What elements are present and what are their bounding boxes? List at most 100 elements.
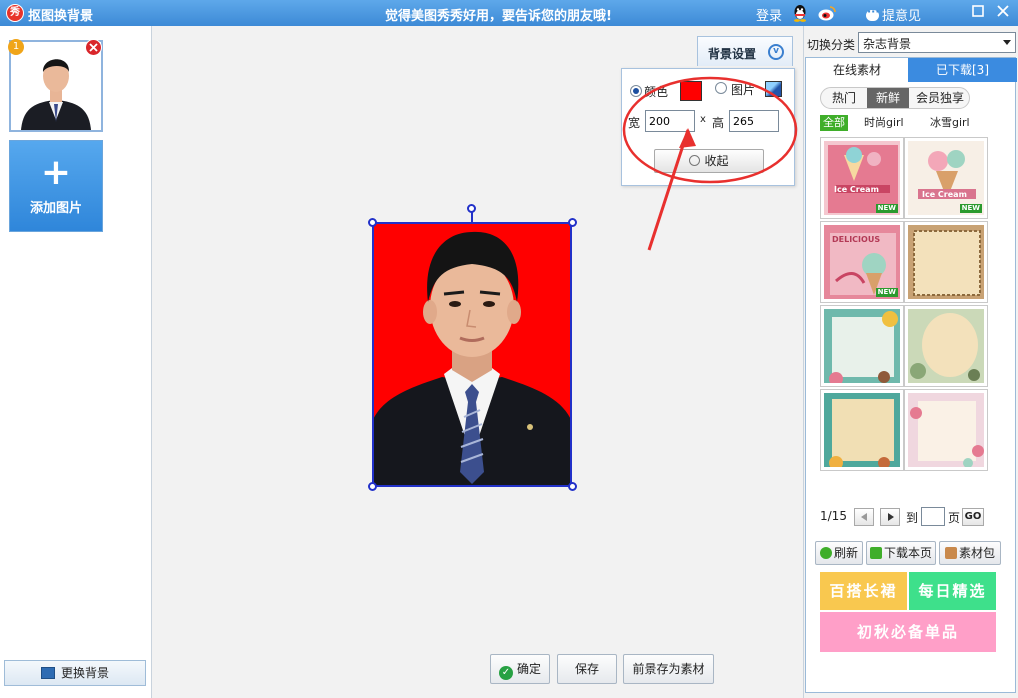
category-value: 杂志背景 [863,37,912,51]
background-icon [40,667,55,679]
promo-maxi-skirt[interactable]: 百搭长裙 [820,572,907,610]
weibo-icon[interactable] [818,5,836,21]
check-icon: ✓ [498,666,513,680]
thumbnail-remove-button[interactable] [85,39,102,56]
height-label: 高 [712,116,725,130]
confirm-label: 确定 [516,662,541,676]
promo-early-autumn[interactable]: 初秋必备单品 [820,612,996,652]
background-settings-label: 背景设置 [708,47,757,61]
template-item[interactable] [904,221,988,303]
title-bar: 秀 抠图换背景 觉得美图秀秀好用，要告诉您的朋友哦! 登录 提意见 [0,0,1018,26]
template-thumbnail [824,393,900,467]
image-radio[interactable] [715,82,727,94]
add-image-label: 添加图片 [29,201,82,216]
rotate-handle[interactable] [467,204,476,213]
qq-icon[interactable] [792,4,808,22]
minimize-icon [972,5,984,17]
resize-handle-bottom-left[interactable] [368,482,377,491]
width-label: 宽 [628,116,641,130]
photo-thumbnail[interactable]: 1 [8,39,103,132]
new-badge: NEW [959,204,982,213]
width-input[interactable] [645,110,695,132]
login-link[interactable]: 登录 [756,5,782,24]
go-button[interactable]: GO [962,508,984,526]
editing-canvas[interactable]: 背景设置 v 颜色 图片 宽 x 高 收起 ✓确定 保存 前景存为素材 [153,26,803,698]
template-item[interactable] [820,389,904,471]
material-panel: 切换分类 杂志背景 在线素材 已下载[3] 热门 新鲜 会员独享 全部 时尚gi… [803,26,1018,698]
sub-tab-hot[interactable]: 热门 [821,88,867,108]
category-select[interactable]: 杂志背景 [858,32,1016,53]
template-thumbnail [908,393,984,467]
selection-box [372,222,572,487]
save-foreground-label: 前景存为素材 [632,662,705,676]
filter-fashion-girl[interactable]: 时尚girl [864,115,904,131]
template-thumbnail [908,225,984,299]
resize-handle-top-right[interactable] [568,218,577,227]
download-icon [869,547,882,559]
change-background-button[interactable]: 更换背景 [4,660,146,686]
promo-daily-picks[interactable]: 每日精选 [909,572,996,610]
dropdown-arrow-icon [1003,40,1011,45]
prev-page-button[interactable] [854,508,874,526]
sub-tab-new[interactable]: 新鲜 [867,88,909,108]
next-page-button[interactable] [880,508,900,526]
color-radio[interactable] [630,85,642,97]
save-label: 保存 [574,662,599,676]
material-pack-button[interactable]: 素材包 [939,541,1001,565]
add-image-button[interactable]: + 添加图片 [9,140,103,232]
template-item[interactable] [904,389,988,471]
collapse-icon [689,155,701,166]
filter-all[interactable]: 全部 [820,115,848,131]
template-item[interactable]: Ice Cream NEW [904,137,988,219]
resize-handle-top-left[interactable] [368,218,377,227]
thumbnail-image [11,42,101,130]
thumbnail-panel: 1 + 添加图片 更换背景 [0,26,152,698]
refresh-icon [819,547,832,559]
plus-icon: + [40,152,72,193]
close-button[interactable] [993,3,1013,23]
tab-downloaded[interactable]: 已下载[3] [908,58,1017,82]
download-page-button[interactable]: 下载本页 [866,541,936,565]
collapse-button[interactable]: 收起 [654,149,764,173]
material-pack-label: 素材包 [958,546,995,560]
thumbnail-number-badge: 1 [8,39,24,55]
new-badge: NEW [875,204,898,213]
template-caption: DELICIOUS [832,235,881,244]
close-icon [997,5,1009,17]
template-item[interactable]: Ice Cream NEW [820,137,904,219]
minimize-button[interactable] [968,3,988,23]
new-badge: NEW [875,288,898,297]
material-box: 在线素材 已下载[3] 热门 新鲜 会员独享 全部 时尚girl 冰雪girl … [805,57,1017,693]
image-radio-label: 图片 [731,83,756,97]
template-item[interactable] [820,305,904,387]
template-thumbnail: Ice Cream NEW [824,141,900,215]
remove-icon [89,43,98,52]
template-thumbnail [824,309,900,383]
refresh-label: 刷新 [833,546,858,560]
page-number-input[interactable] [921,507,945,526]
template-thumbnail [908,309,984,383]
filter-ice-girl[interactable]: 冰雪girl [930,115,970,131]
chevron-down-icon: v [768,44,784,60]
background-settings-tab[interactable]: 背景设置 v [697,36,793,66]
tab-online-materials[interactable]: 在线素材 [806,58,908,82]
color-radio-label: 颜色 [644,85,669,99]
template-item[interactable] [904,305,988,387]
feedback-link[interactable]: 提意见 [866,5,921,24]
save-button[interactable]: 保存 [557,654,617,684]
package-icon [944,547,957,559]
save-foreground-button[interactable]: 前景存为素材 [623,654,714,684]
resize-handle-bottom-right[interactable] [568,482,577,491]
height-input[interactable] [729,110,779,132]
sub-tab-member[interactable]: 会员独享 [909,88,969,108]
dimension-separator: x [700,114,706,125]
confirm-button[interactable]: ✓ 确定 [490,654,550,684]
feedback-label: 提意见 [882,9,922,24]
picture-icon[interactable] [765,81,782,97]
change-background-label: 更换背景 [60,666,109,680]
template-item[interactable]: DELICIOUS NEW [820,221,904,303]
refresh-button[interactable]: 刷新 [815,541,863,565]
color-swatch[interactable] [680,81,702,101]
template-thumbnail: Ice Cream NEW [908,141,984,215]
category-label: 切换分类 [807,38,856,52]
